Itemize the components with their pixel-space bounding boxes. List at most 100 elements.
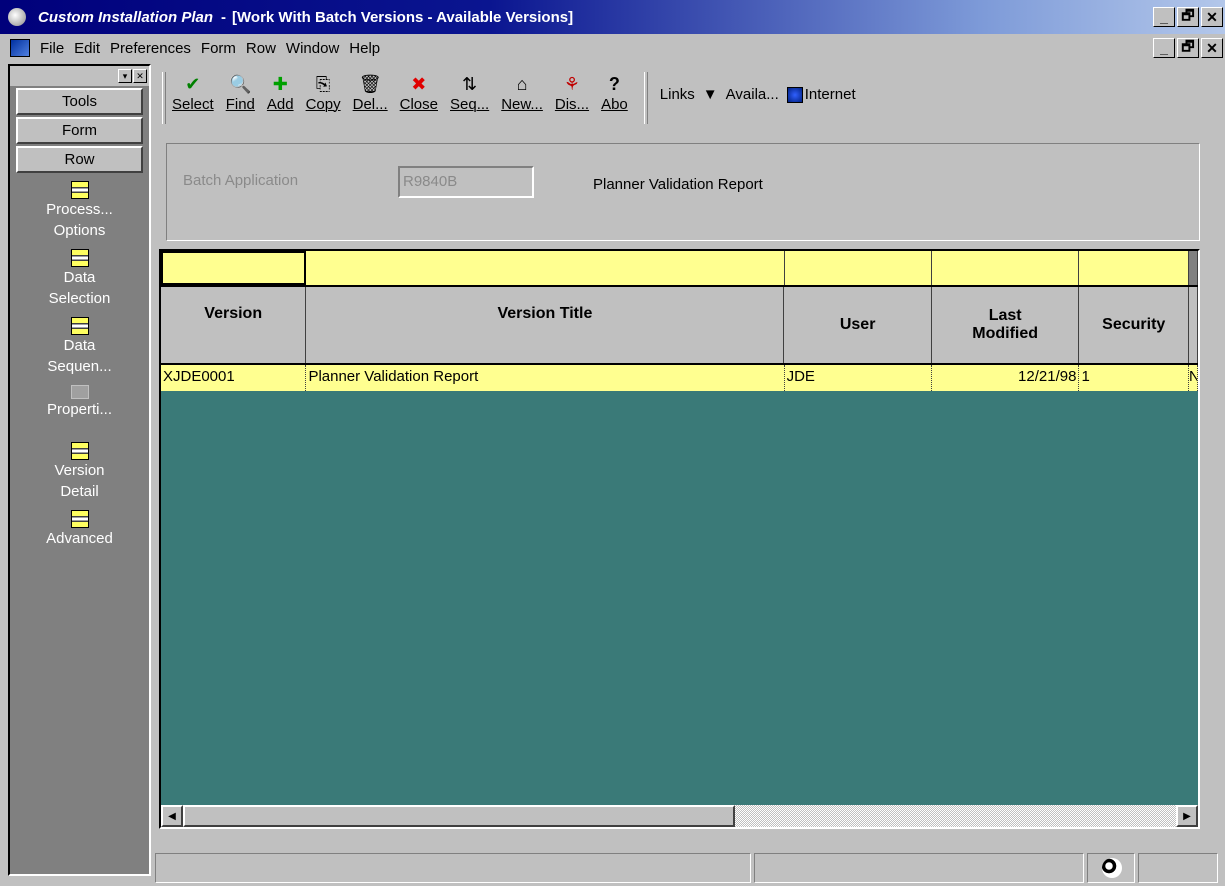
scroll-left-icon[interactable]: ◀	[161, 805, 183, 827]
qbe-user-cell[interactable]	[785, 251, 933, 285]
delete-button[interactable]: 🗑 Del...	[353, 72, 388, 113]
row-button[interactable]: Row	[16, 146, 143, 173]
minimize-button[interactable]: _	[1153, 7, 1175, 27]
dropdown-arrow-icon[interactable]: ▼	[703, 86, 718, 103]
find-button[interactable]: 🔍 Find	[226, 72, 255, 113]
links-label[interactable]: Links	[660, 86, 695, 103]
column-header-extra[interactable]	[1189, 287, 1198, 363]
menu-bar: File Edit Preferences Form Row Window He…	[0, 34, 1225, 62]
internet-icon[interactable]	[786, 86, 803, 103]
qbe-extra-cell[interactable]	[1189, 251, 1198, 285]
internet-link[interactable]: Internet	[805, 86, 856, 103]
cell-user[interactable]: JDE	[785, 365, 932, 391]
table-row[interactable]: XJDE0001 Planner Validation Report JDE 1…	[161, 365, 1198, 391]
column-header-last-modified[interactable]: Last Modified	[932, 287, 1080, 363]
select-button[interactable]: ✔ Select	[172, 72, 214, 113]
cell-security[interactable]: 1	[1079, 365, 1190, 391]
exit-properties[interactable]: Properti...	[10, 385, 149, 420]
mdi-close-button[interactable]: ✕	[1201, 38, 1223, 58]
tool-label: Del...	[352, 96, 388, 113]
help-pointer-icon: ?	[608, 74, 620, 94]
qbe-row	[161, 251, 1198, 285]
horizontal-scrollbar[interactable]: ◀ ▶	[161, 805, 1198, 827]
column-header-security[interactable]: Security	[1079, 287, 1190, 363]
column-header-version[interactable]: Version	[161, 287, 307, 363]
qbe-title-cell[interactable]	[306, 251, 785, 285]
row-exit-icon	[70, 181, 89, 199]
exit-label: Version Detail	[54, 462, 105, 500]
cell-title[interactable]: Planner Validation Report	[306, 365, 785, 391]
display-button[interactable]: ⚘ Dis...	[555, 72, 589, 113]
tool-label: Add	[266, 96, 294, 113]
plus-icon: ✚	[272, 74, 288, 94]
status-bar	[155, 850, 1225, 886]
new-icon: ⌂	[516, 74, 528, 94]
mdi-restore-button[interactable]: 🗗	[1177, 38, 1199, 58]
exit-label: Process... Options	[46, 201, 113, 239]
tool-label: Abo	[601, 96, 628, 113]
mdi-minimize-button[interactable]: _	[1153, 38, 1175, 58]
about-button[interactable]: ? Abo	[601, 72, 628, 113]
status-pane-extra	[1138, 853, 1218, 883]
exit-advanced[interactable]: Advanced	[10, 510, 149, 549]
display-icon: ⚘	[563, 74, 581, 94]
copy-button[interactable]: ⎘ Copy	[306, 72, 341, 113]
disabled-exit-icon	[70, 385, 89, 399]
tool-label: New...	[501, 96, 543, 113]
close-window-button[interactable]: ✕	[1201, 7, 1223, 27]
document-icon[interactable]	[10, 39, 30, 57]
column-header-version-title[interactable]: Version Title	[306, 287, 785, 363]
scroll-thumb[interactable]	[183, 805, 735, 827]
column-header-user[interactable]: User	[784, 287, 932, 363]
menu-row[interactable]: Row	[246, 40, 276, 57]
cell-version[interactable]: XJDE0001	[161, 365, 307, 391]
checkmark-icon: ✔	[185, 74, 201, 94]
status-pane-main	[155, 853, 751, 883]
links-area: Links ▼ Availa... Internet	[660, 86, 864, 103]
exit-data-sequencing[interactable]: Data Sequen...	[10, 317, 149, 377]
form-button[interactable]: Form	[16, 117, 143, 144]
cell-modified[interactable]: 12/21/98	[932, 365, 1080, 391]
scroll-right-icon[interactable]: ▶	[1176, 805, 1198, 827]
menu-preferences[interactable]: Preferences	[110, 40, 191, 57]
tool-label: Find	[225, 96, 255, 113]
exit-bar: ▾ ✕ Tools Form Row Process... Options Da…	[8, 64, 151, 876]
menu-form[interactable]: Form	[201, 40, 236, 57]
exit-bar-close-icon[interactable]: ✕	[133, 69, 147, 83]
exit-label: Properti...	[46, 401, 113, 418]
sequence-icon: ⇅	[462, 74, 478, 94]
row-exit-icon	[70, 249, 89, 267]
qbe-security-cell[interactable]	[1079, 251, 1190, 285]
qbe-modified-cell[interactable]	[932, 251, 1080, 285]
restore-button[interactable]: 🗗	[1177, 7, 1199, 27]
cell-extra[interactable]: N	[1189, 365, 1198, 391]
globe-icon	[1102, 858, 1122, 878]
batch-application-label: Batch Application	[183, 172, 299, 189]
menu-file[interactable]: File	[40, 40, 64, 57]
add-button[interactable]: ✚ Add	[267, 72, 294, 113]
toolbar: ✔ Select 🔍 Find ✚ Add ⎘ Copy 🗑 Del... ✖ …	[158, 64, 1225, 132]
row-exit-icon	[70, 442, 89, 460]
exit-bar-minimize-icon[interactable]: ▾	[118, 69, 132, 83]
new-button[interactable]: ⌂ New...	[501, 72, 543, 113]
menu-edit[interactable]: Edit	[74, 40, 100, 57]
tools-button[interactable]: Tools	[16, 88, 143, 115]
toolbar-grip[interactable]	[643, 72, 648, 124]
app-title: Custom Installation Plan	[38, 8, 214, 26]
menu-help[interactable]: Help	[349, 40, 380, 57]
tool-label: Select	[172, 96, 214, 113]
row-exit-icon	[70, 317, 89, 335]
title-separator: -	[221, 8, 227, 26]
exit-processing-options[interactable]: Process... Options	[10, 181, 149, 241]
exit-data-selection[interactable]: Data Selection	[10, 249, 149, 309]
exit-label: Data Sequen...	[47, 337, 112, 375]
toolbar-grip[interactable]	[162, 72, 166, 124]
batch-application-description: Planner Validation Report	[593, 176, 763, 193]
menu-window[interactable]: Window	[286, 40, 339, 57]
sequence-button[interactable]: ⇅ Seq...	[450, 72, 489, 113]
available-link[interactable]: Availa...	[726, 86, 779, 103]
close-button[interactable]: ✖ Close	[400, 72, 438, 113]
exit-version-detail[interactable]: Version Detail	[10, 442, 149, 502]
batch-application-field[interactable]: R9840B	[398, 166, 534, 198]
qbe-version-cell[interactable]	[161, 251, 307, 285]
